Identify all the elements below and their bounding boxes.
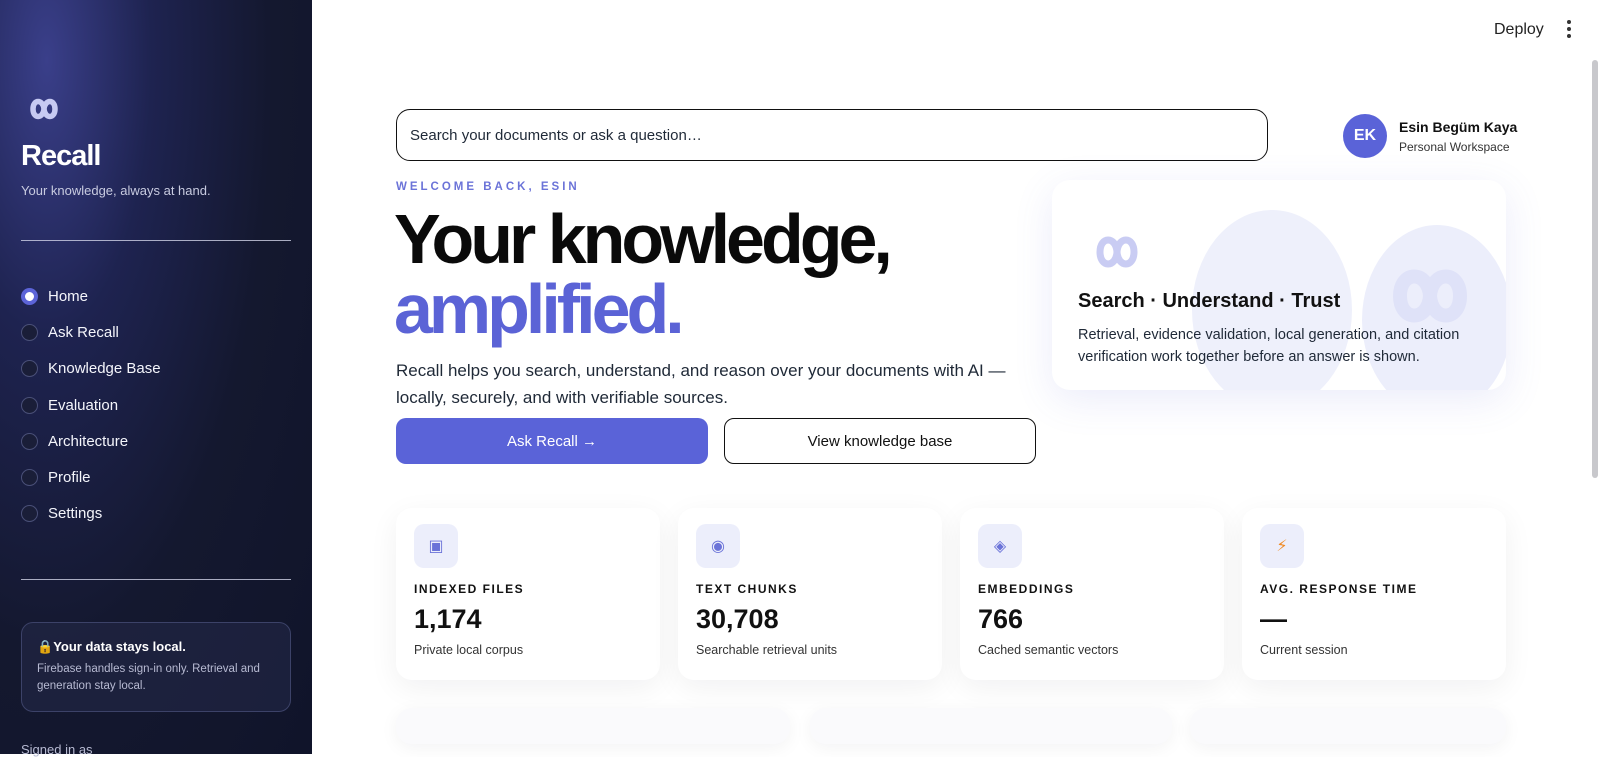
stat-value: — <box>1260 604 1287 634</box>
view-knowledge-base-button[interactable]: View knowledge base <box>724 418 1036 464</box>
infinity-logo-icon <box>1096 236 1138 268</box>
chunk-icon: ◉ <box>696 524 740 568</box>
section-header-bar <box>810 708 1172 744</box>
feature-card: Search · Understand · Trust Retrieval, e… <box>1052 180 1506 390</box>
stat-card-response-time: ⚡ AVG. RESPONSE TIME — Current session <box>1242 508 1506 680</box>
sidebar-item-label: Home <box>48 287 89 305</box>
infinity-watermark-icon <box>1392 269 1468 323</box>
notice-title: Your data stays local. <box>53 639 186 654</box>
radio-icon[interactable] <box>21 396 38 414</box>
feature-title: Search · Understand · Trust <box>1078 290 1341 312</box>
sidebar-item-label: Evaluation <box>48 396 119 414</box>
sidebar-item-label: Architecture <box>48 432 129 450</box>
hero-title-line2: amplified. <box>394 270 685 348</box>
embedding-icon: ◈ <box>978 524 1022 568</box>
stat-value: 30,708 <box>696 604 779 634</box>
stat-value: 766 <box>978 604 1024 634</box>
stat-subtitle: Cached semantic vectors <box>978 643 1119 657</box>
stat-value: 1,174 <box>414 604 482 634</box>
radio-icon[interactable] <box>21 505 38 523</box>
sidebar-item-ask-recall[interactable]: Ask Recall <box>21 314 161 350</box>
sidebar-item-label: Ask Recall <box>48 323 119 341</box>
stat-subtitle: Current session <box>1260 643 1348 657</box>
sidebar: Recall Your knowledge, always at hand. H… <box>0 0 312 757</box>
brand-name: Recall <box>21 140 101 172</box>
sidebar-item-evaluation[interactable]: Evaluation <box>21 387 161 423</box>
sidebar-nav: Home Ask Recall Knowledge Base Evaluatio… <box>21 278 161 532</box>
more-menu-icon[interactable] <box>1566 20 1572 38</box>
radio-icon[interactable] <box>21 432 38 450</box>
brand-tagline: Your knowledge, always at hand. <box>21 183 211 198</box>
stat-subtitle: Searchable retrieval units <box>696 643 838 657</box>
sidebar-item-architecture[interactable]: Architecture <box>21 423 161 459</box>
lock-icon: 🔒 <box>37 639 54 654</box>
section-header-bar <box>1190 708 1506 744</box>
search-box[interactable] <box>396 109 1268 161</box>
stat-card-text-chunks: ◉ TEXT CHUNKS 30,708 Searchable retrieva… <box>678 508 942 680</box>
deploy-button[interactable]: Deploy <box>1494 21 1544 39</box>
hero-title-line1: Your knowledge, <box>394 200 893 278</box>
stat-card-indexed-files: ▣ INDEXED FILES 1,174 Private local corp… <box>396 508 660 680</box>
feature-text: Retrieval, evidence validation, local ge… <box>1078 327 1460 365</box>
data-local-notice: 🔒Your data stays local. Firebase handles… <box>21 622 291 712</box>
radio-icon[interactable] <box>21 323 38 341</box>
infinity-logo-icon <box>30 98 58 120</box>
radio-icon[interactable] <box>21 360 38 378</box>
signed-in-label: Signed in as <box>21 742 93 757</box>
sidebar-item-label: Knowledge Base <box>48 360 161 378</box>
welcome-label: WELCOME BACK, ESIN <box>396 181 580 193</box>
scrollbar[interactable] <box>1592 60 1598 478</box>
sidebar-item-settings[interactable]: Settings <box>21 496 161 532</box>
stat-label: EMBEDDINGS <box>978 582 1075 596</box>
stat-label: INDEXED FILES <box>414 582 525 596</box>
sidebar-divider <box>21 579 291 580</box>
stat-subtitle: Private local corpus <box>414 643 524 657</box>
stat-label: AVG. RESPONSE TIME <box>1260 582 1418 596</box>
user-workspace: Personal Workspace <box>1399 140 1510 154</box>
hero-description: Recall helps you search, understand, and… <box>396 361 1006 407</box>
lightning-icon: ⚡ <box>1260 524 1304 568</box>
stat-label: TEXT CHUNKS <box>696 582 798 596</box>
search-input[interactable] <box>410 126 1254 144</box>
stat-card-embeddings: ◈ EMBEDDINGS 766 Cached semantic vectors <box>960 508 1224 680</box>
section-header-bar <box>396 708 790 744</box>
document-icon: ▣ <box>414 524 458 568</box>
ask-recall-button[interactable]: Ask Recall → <box>396 418 708 464</box>
avatar[interactable]: EK <box>1343 114 1387 158</box>
user-name: Esin Begüm Kaya <box>1399 119 1518 135</box>
sidebar-item-label: Settings <box>48 505 103 523</box>
notice-text: Firebase handles sign-in only. Retrieval… <box>37 663 260 692</box>
sidebar-item-label: Profile <box>48 469 91 487</box>
sidebar-divider <box>21 240 291 241</box>
radio-selected-icon[interactable] <box>21 287 38 305</box>
sidebar-item-home[interactable]: Home <box>21 278 161 314</box>
radio-icon[interactable] <box>21 469 38 487</box>
sidebar-item-knowledge-base[interactable]: Knowledge Base <box>21 351 161 387</box>
sidebar-item-profile[interactable]: Profile <box>21 459 161 495</box>
